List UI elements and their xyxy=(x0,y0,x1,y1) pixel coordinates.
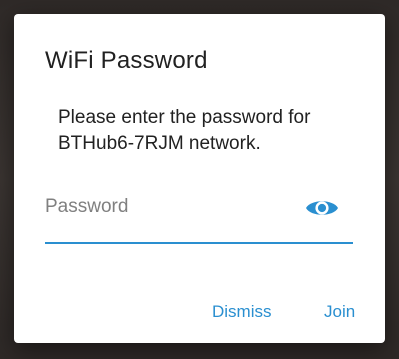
dialog-message: Please enter the password for BTHub6-7RJ… xyxy=(58,105,368,157)
eye-icon[interactable] xyxy=(305,196,339,220)
wifi-password-dialog: WiFi Password Please enter the password … xyxy=(14,14,385,343)
join-button[interactable]: Join xyxy=(324,302,355,322)
dismiss-button[interactable]: Dismiss xyxy=(212,302,272,322)
dialog-title: WiFi Password xyxy=(45,47,208,74)
dialog-message-line-1: Please enter the password for xyxy=(58,107,311,128)
dialog-actions: Dismiss Join xyxy=(14,302,385,328)
password-field[interactable] xyxy=(45,192,353,244)
password-input[interactable] xyxy=(45,192,295,222)
dialog-message-line-2: BTHub6-7RJM network. xyxy=(58,133,261,154)
eye-icon-graphic xyxy=(306,201,338,215)
